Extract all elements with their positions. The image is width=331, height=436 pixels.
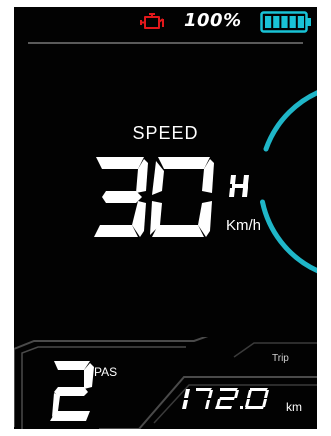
status-bar: 100% <box>14 7 317 47</box>
battery-cell <box>297 16 304 28</box>
bottom-panel: PAS Trip km <box>14 337 317 429</box>
status-divider <box>28 42 303 44</box>
battery-cell <box>289 16 296 28</box>
battery-full-icon <box>260 11 311 33</box>
speed-label: SPEED <box>132 123 199 143</box>
trip-label: Trip <box>272 353 289 364</box>
speed-value <box>94 157 214 237</box>
speed-unit: Km/h <box>226 217 262 234</box>
pas-label: PAS <box>94 365 118 379</box>
pas-level <box>50 361 94 421</box>
trip-value <box>182 388 269 409</box>
engine-warning-icon <box>140 13 164 29</box>
battery-percent: 100% <box>184 10 242 31</box>
trip-unit: km <box>286 400 302 414</box>
battery-cell <box>265 16 272 28</box>
speed-h-indicator <box>229 175 249 197</box>
display-screen: 100% SPEED Km/h PAS Trip km <box>14 7 317 429</box>
battery-cell <box>281 16 288 28</box>
battery-cell <box>273 16 280 28</box>
